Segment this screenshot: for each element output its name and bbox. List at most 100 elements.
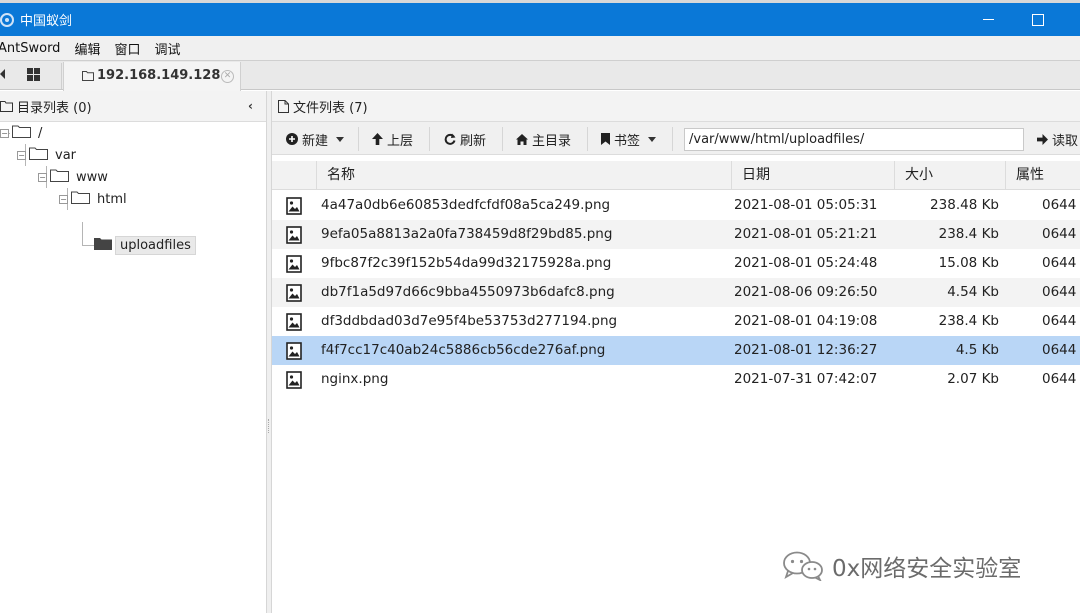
home-button[interactable]: 主目录 xyxy=(516,128,571,150)
file-attr: 0644 xyxy=(1042,197,1077,213)
dropdown-caret-icon xyxy=(648,136,657,142)
tree-node-var[interactable]: − var xyxy=(17,144,76,166)
file-panel-title: 文件列表 (7) xyxy=(293,100,368,116)
tree-node-label: uploadfiles xyxy=(115,235,196,255)
new-button[interactable]: 新建 xyxy=(286,128,345,150)
menu-edit[interactable]: 编辑 xyxy=(67,39,107,58)
arrow-up-icon xyxy=(372,133,383,145)
file-date: 2021-08-01 05:21:21 xyxy=(734,226,878,242)
window-title: 中国蚁剑 xyxy=(20,14,73,29)
file-date: 2021-08-01 05:24:48 xyxy=(734,255,878,271)
path-input[interactable] xyxy=(684,128,1024,151)
file-panel-header: 文件列表 (7) xyxy=(272,91,1080,122)
file-attr: 0644 xyxy=(1042,371,1077,387)
file-date: 2021-08-01 12:36:27 xyxy=(734,342,878,358)
menu-debug[interactable]: 调试 xyxy=(147,39,187,58)
folder-open-icon xyxy=(29,146,48,164)
plus-circle-icon xyxy=(286,133,298,145)
menu-antsword[interactable]: AntSword xyxy=(0,41,67,56)
tab-shell-session[interactable]: 192.168.149.128 ✕ xyxy=(63,62,241,91)
wechat-icon xyxy=(782,551,824,581)
menu-window[interactable]: 窗口 xyxy=(107,39,147,58)
file-row[interactable]: 4a47a0db6e60853dedfcfdf08a5ca249.png 202… xyxy=(272,191,1080,220)
folder-filled-icon xyxy=(94,236,112,254)
folder-open-icon xyxy=(12,124,31,142)
file-row-selected[interactable]: f4f7cc17c40ab24c5886cb56cde276af.png 202… xyxy=(272,336,1080,365)
tree-collapse-icon[interactable]: − xyxy=(59,194,68,204)
tab-close-icon[interactable]: ✕ xyxy=(221,70,234,83)
image-file-icon xyxy=(286,197,302,219)
dashboard-grid-icon[interactable] xyxy=(27,68,40,81)
tree-node-www[interactable]: − www xyxy=(38,166,108,188)
directory-panel-header: 目录列表 (0) ‹ xyxy=(0,91,266,122)
up-label: 上层 xyxy=(387,133,414,149)
tree-node-root[interactable]: − / xyxy=(0,122,42,144)
splitter-grip[interactable] xyxy=(268,419,270,433)
up-button[interactable]: 上层 xyxy=(372,128,413,150)
tree-collapse-icon[interactable]: − xyxy=(38,172,47,182)
file-icon xyxy=(278,99,289,113)
file-row[interactable]: nginx.png 2021-07-31 07:42:07 2.07 Kb 06… xyxy=(272,365,1080,394)
file-attr: 0644 xyxy=(1042,313,1077,329)
refresh-button[interactable]: 刷新 xyxy=(444,128,486,150)
directory-panel-title: 目录列表 (0) xyxy=(17,100,92,116)
tree-node-label: / xyxy=(38,125,43,141)
file-attr: 0644 xyxy=(1042,255,1077,271)
tree-node-uploadfiles[interactable]: uploadfiles xyxy=(94,234,196,256)
tab-divider xyxy=(61,63,62,89)
file-name: f4f7cc17c40ab24c5886cb56cde276af.png xyxy=(321,342,606,358)
image-file-icon xyxy=(286,342,302,364)
tree-collapse-icon[interactable]: − xyxy=(0,128,9,138)
image-file-icon xyxy=(286,255,302,277)
column-header-date[interactable]: 日期 xyxy=(731,161,894,190)
file-row[interactable]: db7f1a5d97d66c9bba4550973b6dafc8.png 202… xyxy=(272,278,1080,307)
file-row[interactable]: df3ddbdad03d7e95f4be53753d277194.png 202… xyxy=(272,307,1080,336)
column-header-size[interactable]: 大小 xyxy=(894,161,1005,190)
maximize-button[interactable] xyxy=(1026,3,1050,36)
read-label: 读取 xyxy=(1052,133,1079,149)
file-name: db7f1a5d97d66c9bba4550973b6dafc8.png xyxy=(321,284,615,300)
image-file-icon xyxy=(286,226,302,248)
dropdown-caret-icon xyxy=(336,136,345,142)
image-file-icon xyxy=(286,371,302,393)
bookmark-button[interactable]: 书签 xyxy=(601,128,657,150)
tree-node-label: var xyxy=(55,147,77,163)
file-row[interactable]: 9efa05a8813a2a0fa738459d8f29bd85.png 202… xyxy=(272,220,1080,249)
folder-icon xyxy=(0,100,13,112)
toolbar-divider xyxy=(672,127,673,151)
menu-bar: AntSword 编辑 窗口 调试 xyxy=(0,36,1080,60)
file-attr: 0644 xyxy=(1042,284,1077,300)
collapse-panel-icon[interactable]: ‹ xyxy=(248,99,253,113)
folder-icon xyxy=(82,70,94,85)
column-header-name[interactable]: 名称 xyxy=(316,161,731,190)
image-file-icon xyxy=(286,284,302,306)
file-date: 2021-08-01 05:05:31 xyxy=(734,197,878,213)
home-icon xyxy=(516,133,528,145)
file-name: df3ddbdad03d7e95f4be53753d277194.png xyxy=(321,313,618,329)
image-file-icon xyxy=(286,313,302,335)
tab-bar: 192.168.149.128 ✕ xyxy=(0,60,1080,91)
new-label: 新建 xyxy=(302,133,329,149)
minimize-button[interactable] xyxy=(977,3,999,36)
tree-collapse-icon[interactable]: − xyxy=(17,150,26,160)
file-row[interactable]: 9fbc87f2c39f152b54da99d32175928a.png 202… xyxy=(272,249,1080,278)
tree-node-html[interactable]: − html xyxy=(59,188,127,210)
file-grid-header: 名称 日期 大小 属性 xyxy=(272,161,1080,190)
toolbar-divider xyxy=(587,127,588,151)
tree-node-label: www xyxy=(76,169,108,185)
file-name: 9efa05a8813a2a0fa738459d8f29bd85.png xyxy=(321,226,613,242)
watermark: 0x网络安全实验室 xyxy=(782,549,1021,583)
column-header-attr[interactable]: 属性 xyxy=(1005,161,1080,190)
tab-label: 192.168.149.128 xyxy=(97,68,221,83)
tab-scroll-left-icon[interactable] xyxy=(0,69,5,81)
app-logo-icon xyxy=(0,12,14,27)
toolbar-divider xyxy=(358,127,359,151)
file-size: 238.4 Kb xyxy=(938,226,999,242)
toolbar-divider xyxy=(429,127,430,151)
folder-open-icon xyxy=(71,190,90,208)
folder-open-icon xyxy=(50,168,69,186)
read-button[interactable]: 读取 xyxy=(1037,128,1078,150)
bookmark-label: 书签 xyxy=(614,133,641,149)
tree-node-label: html xyxy=(97,191,127,207)
file-name: 4a47a0db6e60853dedfcfdf08a5ca249.png xyxy=(321,197,611,213)
